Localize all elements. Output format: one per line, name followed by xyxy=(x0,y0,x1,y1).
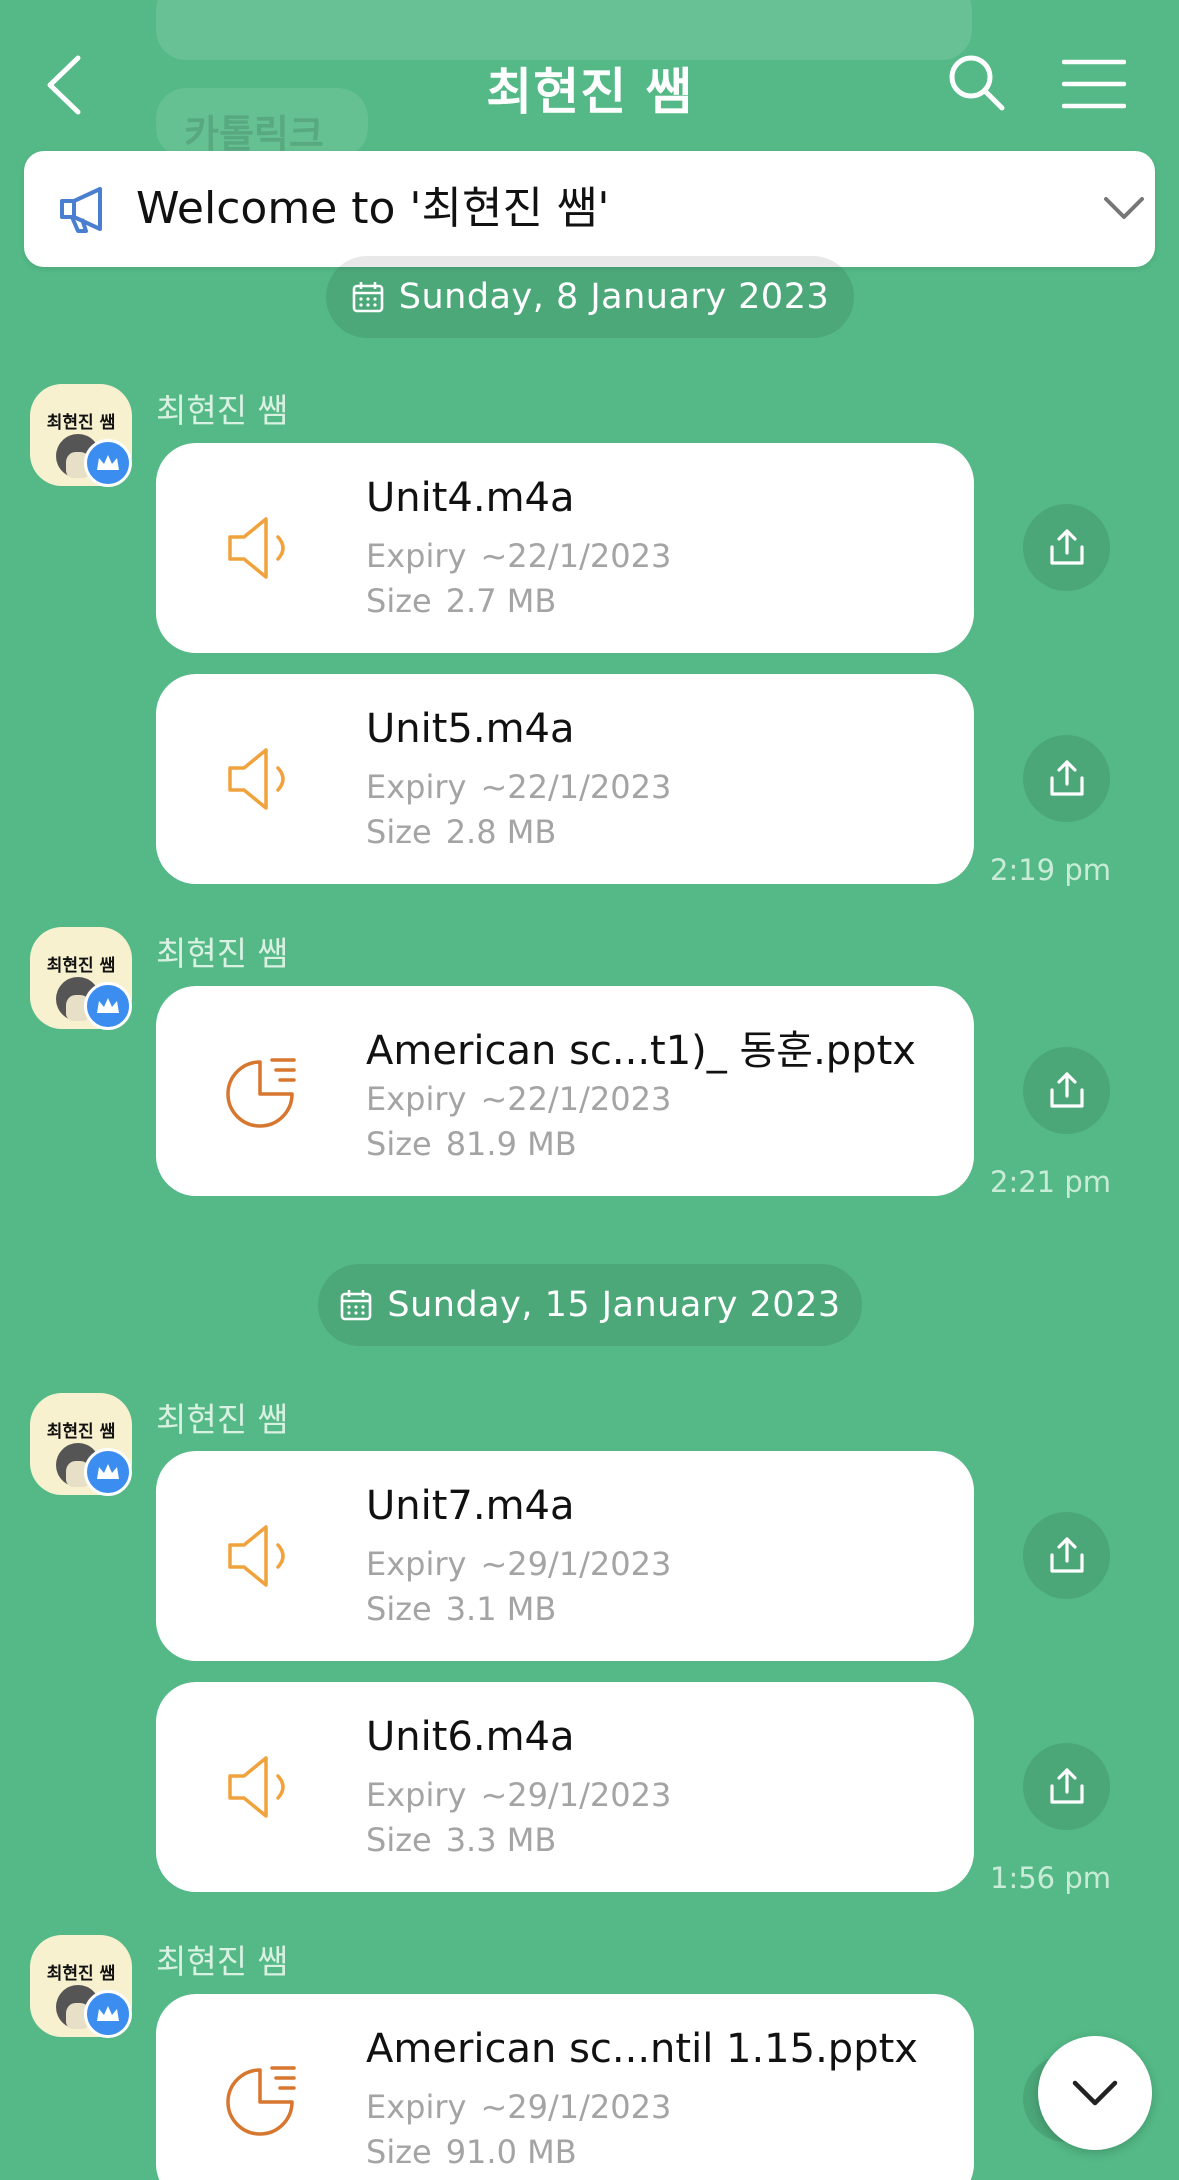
file-message[interactable]: Unit5.m4a Expiry ~22/1/2023 Size 2.8 MB xyxy=(156,674,974,884)
file-size: Size 3.1 MB xyxy=(366,1590,557,1628)
share-button[interactable] xyxy=(1023,1047,1110,1134)
share-icon xyxy=(1049,759,1084,796)
share-icon xyxy=(1049,1071,1084,1108)
file-size: Size 2.8 MB xyxy=(366,813,557,851)
file-name: American sc...ntil 1.15.pptx xyxy=(366,2026,918,2072)
file-message[interactable]: American sc...t1)_ 동훈.pptx Expiry ~22/1/2… xyxy=(156,986,974,1196)
file-size: Size 91.0 MB xyxy=(366,2133,577,2171)
sender-name: 최현진 쌤 xyxy=(156,1942,288,1981)
date-divider: Sunday, 8 January 2023 xyxy=(326,256,854,338)
file-expiry: Expiry ~29/1/2023 xyxy=(366,2088,672,2126)
calendar-icon xyxy=(352,282,384,313)
crown-badge-icon xyxy=(84,1448,132,1496)
calendar-icon xyxy=(341,1290,372,1321)
share-button[interactable] xyxy=(1023,735,1110,822)
presentation-icon xyxy=(226,1058,296,1128)
crown-badge-icon xyxy=(84,1990,132,2038)
presentation-icon xyxy=(226,2066,296,2136)
scroll-to-bottom-button[interactable] xyxy=(1038,2036,1152,2150)
search-icon xyxy=(949,55,1005,111)
share-icon xyxy=(1049,528,1084,565)
share-button[interactable] xyxy=(1023,1512,1110,1599)
audio-icon xyxy=(228,1756,285,1818)
file-name: Unit4.m4a xyxy=(366,475,575,521)
message-time: 1:56 pm xyxy=(990,1861,1111,1895)
message-time: 2:19 pm xyxy=(990,853,1111,887)
share-button[interactable] xyxy=(1023,1743,1110,1830)
notice-banner[interactable]: Welcome to '최현진 쌤' xyxy=(24,151,1155,267)
file-size: Size 3.3 MB xyxy=(366,1821,557,1859)
file-message[interactable]: Unit7.m4a Expiry ~29/1/2023 Size 3.1 MB xyxy=(156,1451,974,1661)
file-size: Size 81.9 MB xyxy=(366,1125,577,1163)
date-label: Sunday, 15 January 2023 xyxy=(387,1285,841,1325)
file-name: Unit5.m4a xyxy=(366,706,575,752)
sender-name: 최현진 쌤 xyxy=(156,391,288,430)
audio-icon xyxy=(228,1525,285,1587)
file-expiry: Expiry ~29/1/2023 xyxy=(366,1545,672,1583)
date-label: Sunday, 8 January 2023 xyxy=(398,277,830,317)
chat-header: 최현진 쌤 xyxy=(0,0,1179,170)
hamburger-menu-icon xyxy=(1061,59,1127,109)
file-name: Unit6.m4a xyxy=(366,1714,575,1760)
file-expiry: Expiry ~22/1/2023 xyxy=(366,537,672,575)
message-time: 2:21 pm xyxy=(990,1165,1111,1199)
crown-badge-icon xyxy=(84,439,132,487)
file-size: Size 2.7 MB xyxy=(366,582,557,620)
file-expiry: Expiry ~22/1/2023 xyxy=(366,1080,672,1118)
file-expiry: Expiry ~29/1/2023 xyxy=(366,1776,672,1814)
file-message[interactable]: American sc...ntil 1.15.pptx Expiry ~29/1… xyxy=(156,1994,974,2180)
file-message[interactable]: Unit4.m4a Expiry ~22/1/2023 Size 2.7 MB xyxy=(156,443,974,653)
date-divider: Sunday, 15 January 2023 xyxy=(318,1264,862,1346)
search-button[interactable] xyxy=(946,52,1008,114)
share-button[interactable] xyxy=(1023,504,1110,591)
megaphone-icon xyxy=(60,187,102,233)
sender-name: 최현진 쌤 xyxy=(156,934,288,973)
menu-button[interactable] xyxy=(1061,58,1127,110)
notice-text: Welcome to '최현진 쌤' xyxy=(136,183,610,234)
file-message[interactable]: Unit6.m4a Expiry ~29/1/2023 Size 3.3 MB xyxy=(156,1682,974,1892)
chevron-down-icon[interactable] xyxy=(1102,191,1146,227)
file-name: Unit7.m4a xyxy=(366,1483,575,1529)
share-icon xyxy=(1049,1536,1084,1573)
share-icon xyxy=(1049,1767,1084,1804)
sender-name: 최현진 쌤 xyxy=(156,1400,288,1439)
file-name: American sc...t1)_ 동훈.pptx xyxy=(366,1028,916,1074)
file-expiry: Expiry ~22/1/2023 xyxy=(366,768,672,806)
audio-icon xyxy=(228,517,285,579)
crown-badge-icon xyxy=(84,982,132,1030)
audio-icon xyxy=(228,748,285,810)
chevron-down-icon xyxy=(1072,2080,1118,2106)
